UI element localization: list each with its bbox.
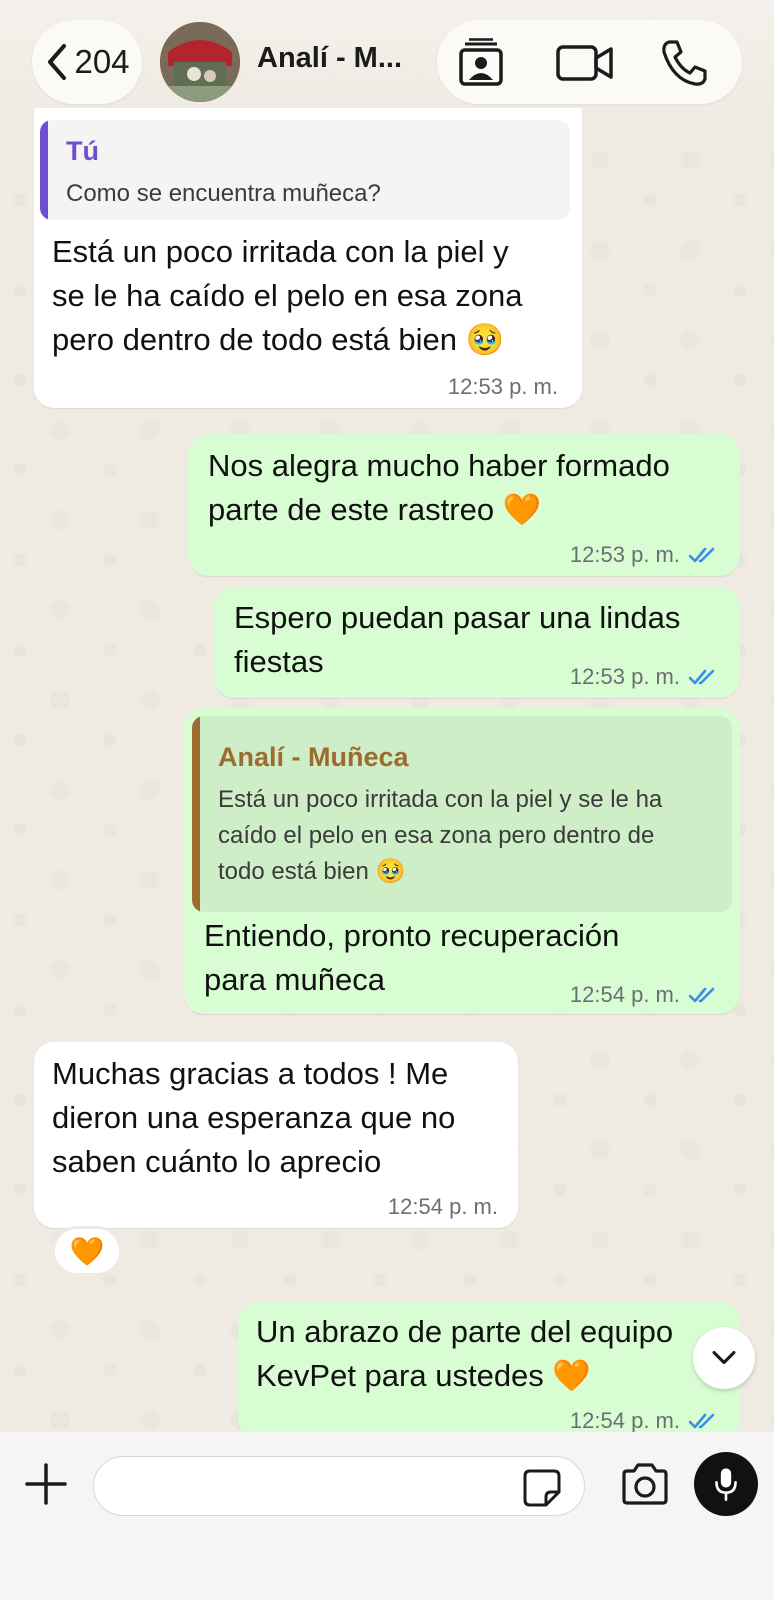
message-line: se le ha caído el pelo en esa zona <box>52 278 523 313</box>
message-meta: 12:53 p. m. <box>448 374 558 400</box>
compose-bar <box>0 1432 774 1600</box>
message-incoming[interactable]: Muchas gracias a todos ! Me dieron una e… <box>34 1042 518 1228</box>
attach-button[interactable] <box>24 1462 68 1506</box>
message-input[interactable] <box>93 1456 585 1516</box>
read-ticks-icon <box>688 1413 715 1429</box>
chevron-left-icon <box>48 44 67 80</box>
call-actions <box>437 20 742 104</box>
quote-line: caído el pelo en esa zona pero dentro de <box>218 822 655 849</box>
quote-accent-bar <box>192 716 200 912</box>
message-line: fiestas <box>234 644 324 679</box>
message-time: 12:54 p. m. <box>569 1408 680 1433</box>
plus-icon <box>25 1463 67 1505</box>
message-time: 12:54 p. m. <box>569 982 680 1007</box>
voice-message-button[interactable] <box>694 1452 758 1516</box>
message-meta: 12:54 p. m. <box>570 982 720 1008</box>
read-ticks-icon <box>688 987 715 1003</box>
message-time: 12:53 p. m. <box>447 374 558 399</box>
quote-line: Está un poco irritada con la piel y se l… <box>218 786 663 813</box>
message-line: Está un poco irritada con la piel y <box>52 234 509 269</box>
message-time: 12:53 p. m. <box>569 542 680 567</box>
message-line: Espero puedan pasar una lindas <box>234 600 681 635</box>
message-outgoing[interactable]: Espero puedan pasar una lindas fiestas 1… <box>214 588 740 698</box>
camera-icon <box>622 1463 668 1505</box>
scroll-to-bottom-button[interactable] <box>693 1327 755 1389</box>
message-meta: 12:53 p. m. <box>570 542 720 568</box>
reaction-badge[interactable]: 🧡 <box>52 1226 122 1276</box>
quote-author: Analí - Muñeca <box>218 742 409 772</box>
chevron-down-icon <box>712 1351 736 1365</box>
message-time: 12:54 p. m. <box>387 1194 498 1219</box>
quoted-message[interactable]: Analí - Muñeca Está un poco irritada con… <box>192 716 732 912</box>
back-button[interactable]: 204 <box>32 20 142 104</box>
message-line: para muñeca <box>204 962 385 997</box>
quote-accent-bar <box>40 120 48 220</box>
message-line: Un abrazo de parte del equipo <box>256 1314 674 1349</box>
unread-count: 204 <box>74 43 130 80</box>
sticker-button[interactable] <box>522 1468 562 1508</box>
message-line: saben cuánto lo aprecio <box>52 1144 382 1179</box>
message-outgoing[interactable]: Un abrazo de parte del equipo KevPet par… <box>238 1302 740 1440</box>
message-line: parte de este rastreo 🧡 <box>208 492 542 527</box>
quoted-message[interactable]: Tú Como se encuentra muñeca? <box>40 120 570 220</box>
camera-button[interactable] <box>620 1462 670 1506</box>
message-meta: 12:53 p. m. <box>570 664 720 690</box>
message-meta: 12:54 p. m. <box>388 1194 498 1220</box>
message-line: pero dentro de todo está bien 🥹 <box>52 322 505 357</box>
phone-call-icon[interactable] <box>659 38 709 88</box>
message-outgoing[interactable]: Nos alegra mucho haber formado parte de … <box>188 434 740 576</box>
quote-text: Como se encuentra muñeca? <box>66 180 381 207</box>
message-line: KevPet para ustedes 🧡 <box>256 1358 592 1393</box>
chat-header: 204 Analí - M... <box>0 0 774 120</box>
contact-name[interactable]: Analí - M... <box>257 42 402 75</box>
message-line: dieron una esperanza que no <box>52 1100 456 1135</box>
contact-card-icon[interactable] <box>453 38 509 88</box>
quote-author: Tú <box>66 136 99 166</box>
video-call-icon[interactable] <box>555 38 615 88</box>
avatar-photo <box>160 22 240 102</box>
message-meta: 12:54 p. m. <box>570 1408 720 1434</box>
message-outgoing[interactable]: Analí - Muñeca Está un poco irritada con… <box>184 708 740 1014</box>
message-line: Muchas gracias a todos ! Me <box>52 1056 449 1091</box>
contact-avatar[interactable] <box>160 22 240 102</box>
read-ticks-icon <box>688 547 715 563</box>
orange-heart-icon: 🧡 <box>69 1234 105 1268</box>
microphone-icon <box>715 1468 737 1501</box>
quote-line: todo está bien 🥹 <box>218 858 406 885</box>
message-line: Entiendo, pronto recuperación <box>204 918 620 953</box>
message-incoming[interactable]: Tú Como se encuentra muñeca? Está un poc… <box>34 108 582 408</box>
message-time: 12:53 p. m. <box>569 664 680 689</box>
message-line: Nos alegra mucho haber formado <box>208 448 670 483</box>
sticker-icon <box>523 1469 561 1507</box>
read-ticks-icon <box>688 669 715 685</box>
